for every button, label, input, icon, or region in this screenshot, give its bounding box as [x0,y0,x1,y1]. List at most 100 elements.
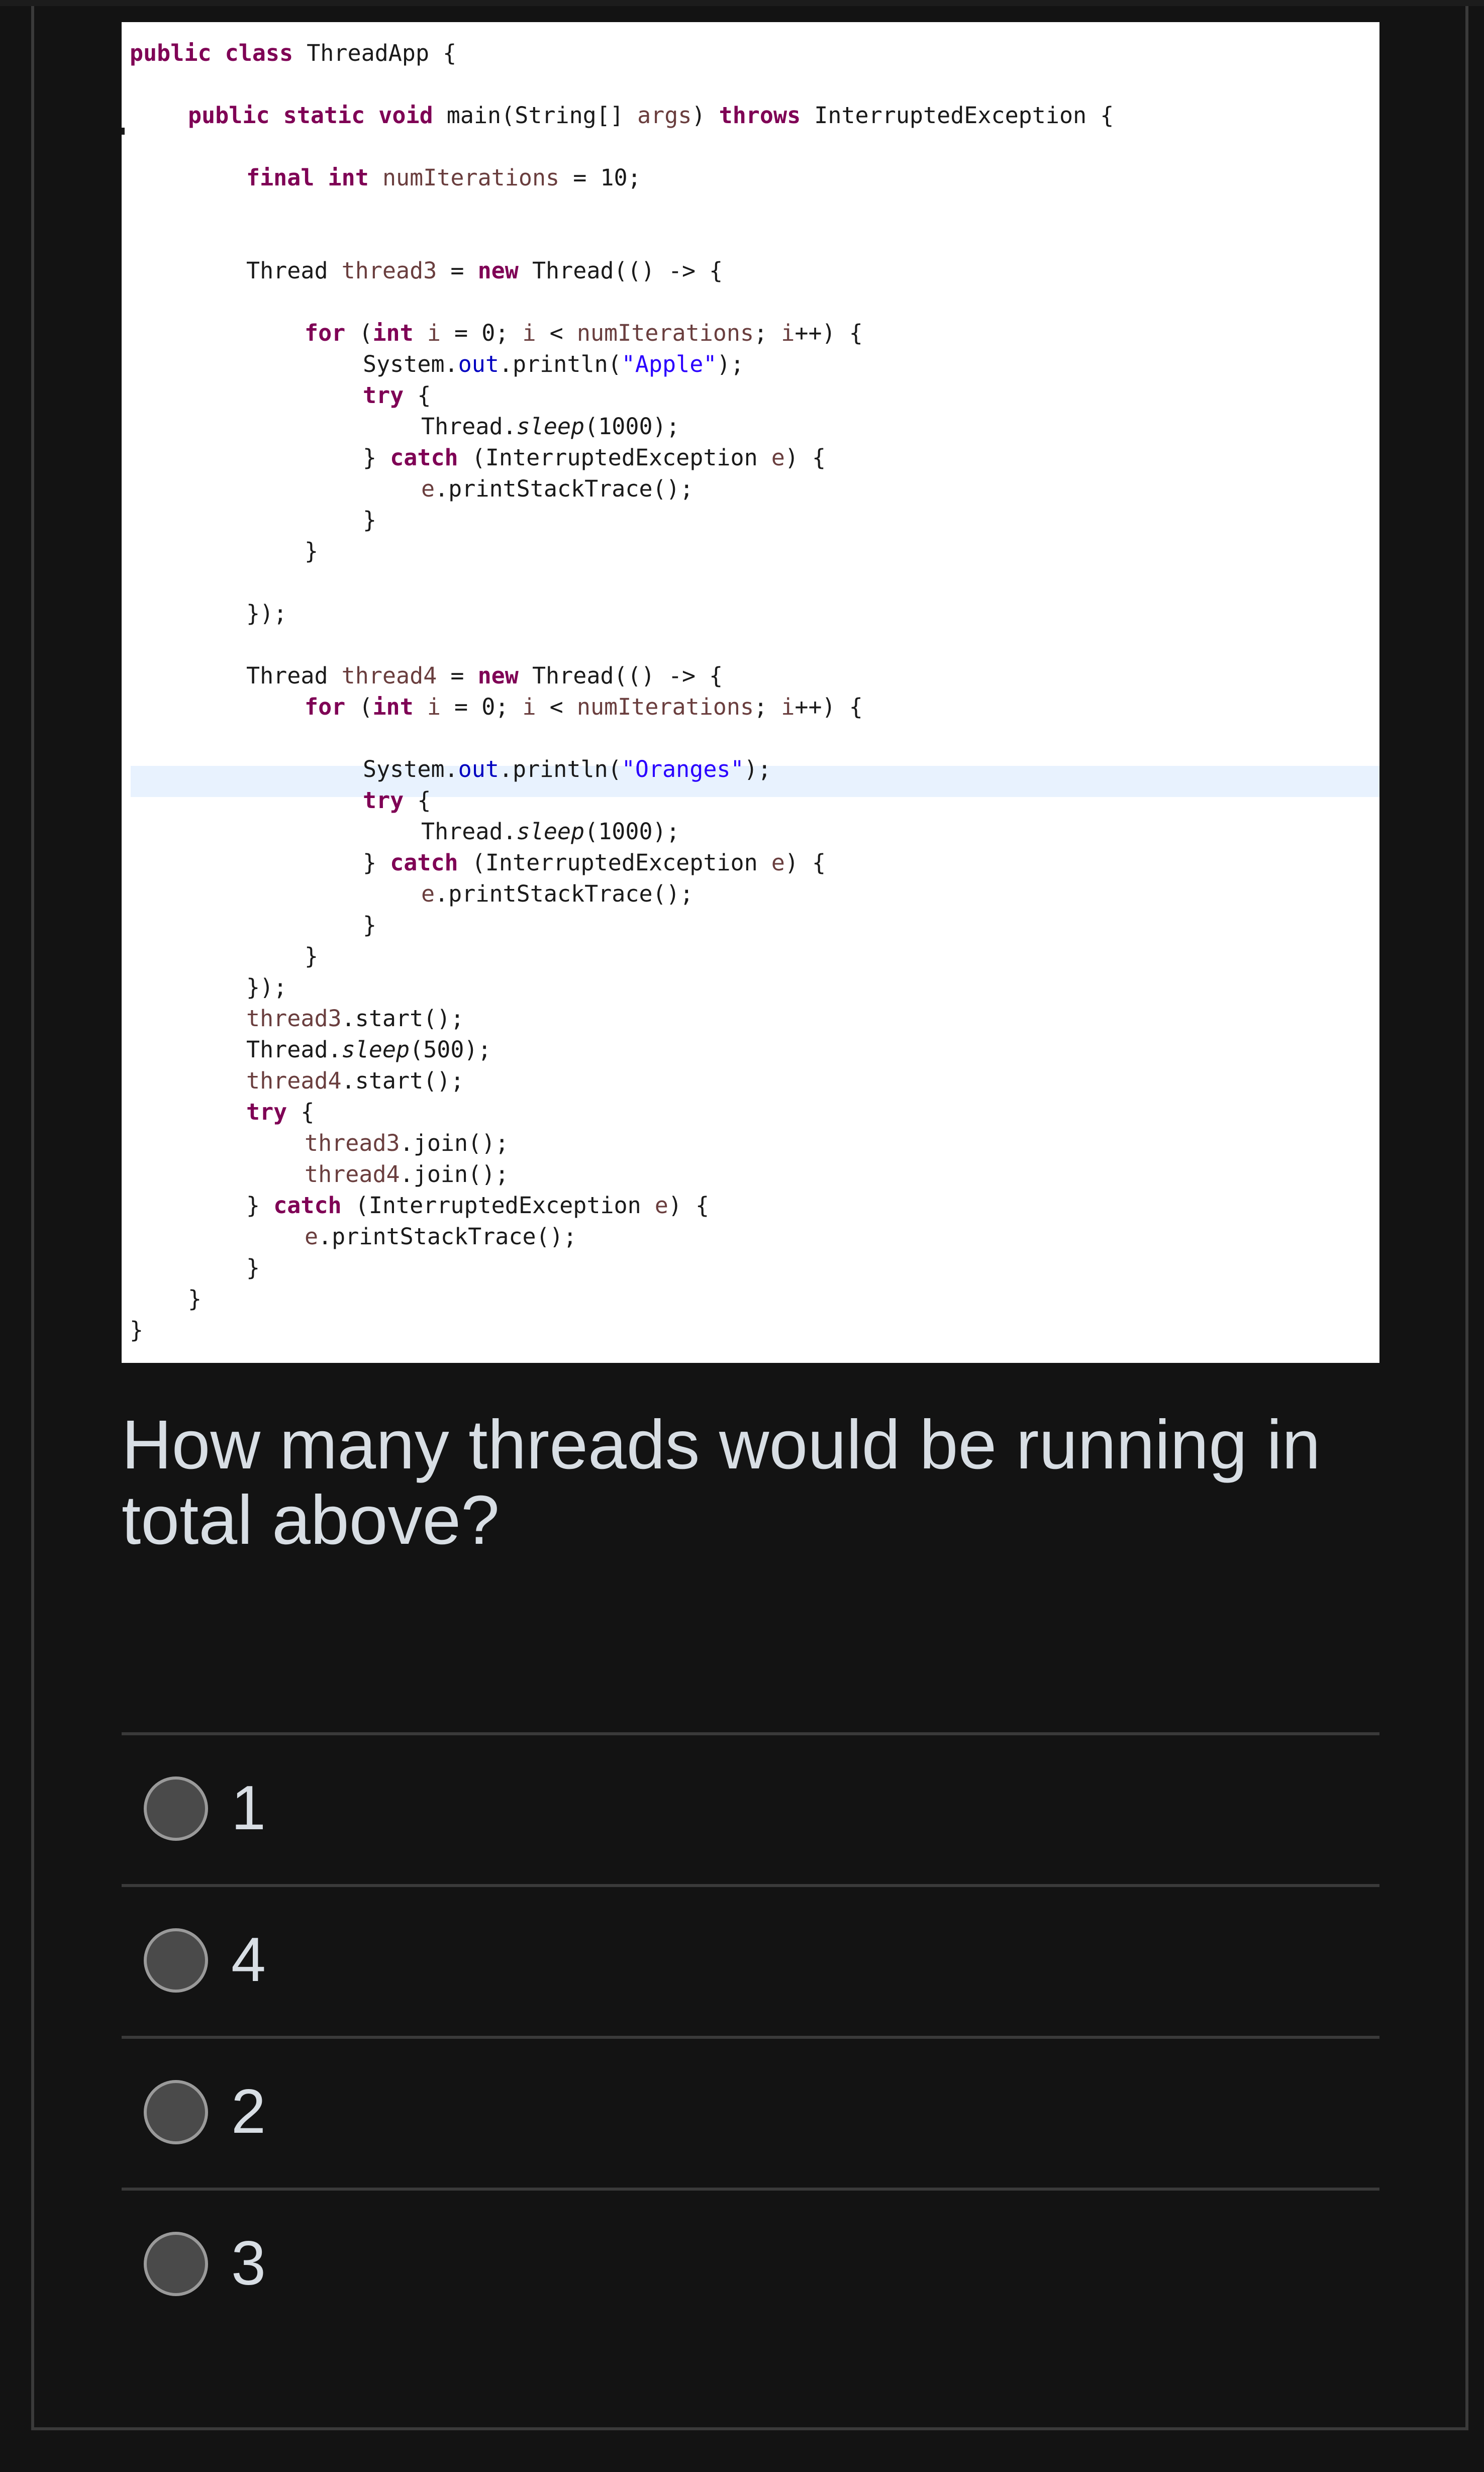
code-line: } [305,536,318,567]
code-token: args [637,102,692,129]
code-line: System.out.println("Apple"); [363,349,744,380]
code-token: i [522,694,536,720]
code-token: ) { [784,849,826,876]
question-line-1: How many threads would be running in [122,1406,1321,1484]
code-line: e.printStackTrace(); [421,878,694,910]
code-token: e [771,849,785,876]
code-line: } catch (InterruptedException e) { [363,847,826,878]
code-token: } [246,1192,274,1219]
code-token: i [781,694,795,720]
code-token: System. [363,351,458,377]
radio-button[interactable] [144,2080,208,2144]
code-token: (InterruptedException [341,1192,655,1219]
code-line: Thread thread3 = new Thread(() -> { [246,255,723,286]
answer-option-1[interactable]: 1 [122,1735,1379,1886]
code-token: InterruptedException { [801,102,1114,129]
code-line: } [188,1283,202,1315]
code-token: e [421,475,435,502]
code-token: catch [273,1192,342,1219]
code-token: = 0; [440,320,523,346]
code-token: .println( [499,756,622,782]
code-line: final int numIterations = 10; [246,162,641,193]
code-token: main(String[] [433,102,638,129]
code-token: e [305,1223,319,1250]
code-line: public static void main(String[] args) t… [188,100,1114,131]
code-token: ThreadApp { [293,40,457,66]
code-token: ); [717,351,744,377]
code-token: ); [744,756,771,782]
code-token: thread4 [305,1161,400,1188]
answer-option-2[interactable]: 4 [122,1887,1379,2038]
code-token: System. [363,756,458,782]
code-token: ( [345,320,373,346]
code-token: public class [130,40,293,66]
code-token: = [437,662,478,689]
code-token: = 10; [559,164,641,191]
code-token: sleep [516,818,585,845]
code-line: thread3.join(); [305,1128,509,1159]
code-token: Thread. [246,1036,342,1063]
code-line: Thread thread4 = new Thread(() -> { [246,660,723,691]
code-token: } [130,1317,144,1343]
code-token: { [287,1099,315,1125]
radio-button[interactable] [144,2232,208,2296]
code-token: } [305,538,319,564]
code-token: Thread [246,257,342,284]
code-token: < [536,694,577,720]
code-token: numIterations [382,164,560,191]
code-token: out [458,351,499,377]
answer-option-4[interactable]: 3 [122,2191,1379,2341]
code-screenshot: public class ThreadApp { public static vo… [122,22,1379,1363]
code-token: .printStackTrace(); [318,1223,577,1250]
code-token: final int [246,164,369,191]
code-token: sleep [516,413,585,440]
code-line: try { [246,1097,314,1128]
code-line: Thread.sleep(1000); [421,411,680,442]
code-line: thread4.join(); [305,1159,509,1190]
code-token: int [372,320,414,346]
code-token: .start(); [341,1067,464,1094]
code-token: i [427,694,441,720]
code-token: e [421,880,435,907]
code-token: e [771,444,785,471]
code-token: } [363,444,390,471]
code-token: Thread. [421,413,517,440]
code-token: public static void [188,102,433,129]
code-token: Thread. [421,818,517,845]
code-line: try { [363,380,431,411]
code-line: } [363,505,376,536]
code-token: catch [390,849,458,876]
code-token: ++) { [795,320,863,346]
code-token: < [536,320,577,346]
code-line: for (int i = 0; i < numIterations; i++) … [305,318,863,349]
code-token: .printStackTrace(); [435,475,694,502]
code-line: e.printStackTrace(); [305,1221,577,1252]
code-token: .join(); [400,1130,509,1156]
code-token: Thread [246,662,342,689]
code-line: } [130,1315,143,1346]
answer-option-3[interactable]: 2 [122,2039,1379,2190]
code-token: } [363,849,390,876]
code-token: .start(); [341,1005,464,1032]
code-token: out [458,756,499,782]
code-token: throws [719,102,801,129]
option-label: 4 [231,1925,266,1995]
option-label: 1 [231,1773,266,1843]
code-token: { [404,787,431,814]
code-line: }); [246,972,287,1003]
margin-marker [122,128,125,135]
code-token: (500); [410,1036,491,1063]
question-text: How many threads would be running in tot… [122,1407,1379,1558]
code-token: i [427,320,441,346]
code-token: (InterruptedException [458,444,771,471]
code-line: } catch (InterruptedException e) { [246,1190,709,1221]
code-token: i [781,320,795,346]
code-line: } [363,910,376,941]
code-token: .printStackTrace(); [435,880,694,907]
radio-button[interactable] [144,1776,208,1841]
top-edge [0,0,1484,6]
radio-button[interactable] [144,1928,208,1993]
code-token: int [372,694,414,720]
code-line: for (int i = 0; i < numIterations; i++) … [305,691,863,723]
